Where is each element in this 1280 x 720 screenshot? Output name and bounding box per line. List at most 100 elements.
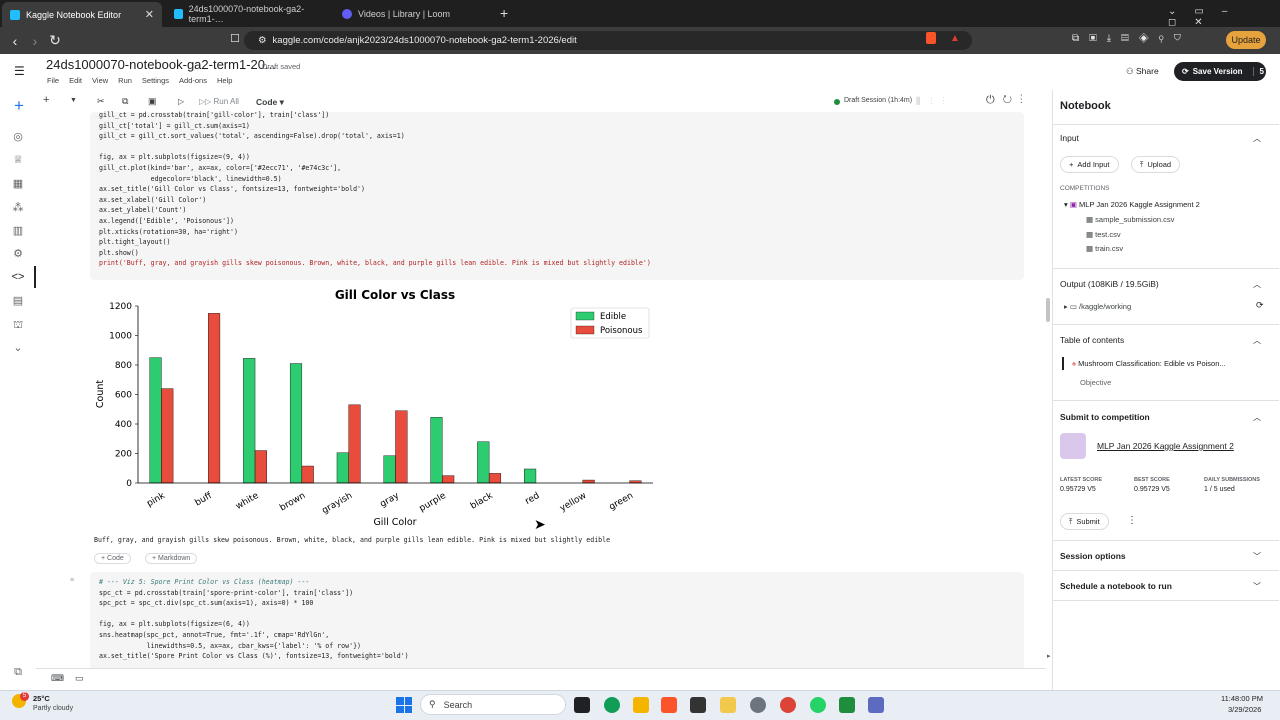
refresh-output-icon[interactable]: ⟳ — [1256, 300, 1264, 311]
scrollbar-thumb[interactable] — [1046, 298, 1050, 322]
brave-icon[interactable] — [661, 697, 677, 713]
code-cell[interactable]: # --- Viz 5: Spore Print Color vs Class … — [90, 572, 1024, 670]
brave-rewards-icon[interactable]: ▲ — [950, 33, 960, 44]
run-cell-icon[interactable]: ▷ — [178, 97, 184, 106]
weather-temp[interactable]: 25°C — [33, 694, 50, 703]
menu-addons[interactable]: Add-ons — [179, 76, 207, 85]
add-markdown-cell-button[interactable]: + Markdown — [145, 553, 198, 564]
explore-icon[interactable]: ◎ — [11, 130, 25, 144]
menu-edit[interactable]: Edit — [69, 76, 82, 85]
file-item[interactable]: ▦ train.csv — [1086, 244, 1123, 253]
create-icon[interactable]: + — [11, 97, 27, 115]
brave-shield-icon[interactable] — [926, 32, 936, 44]
collapse-chevron-icon[interactable]: ︿ — [1253, 335, 1261, 346]
menu-file[interactable]: File — [47, 76, 59, 85]
session-controls[interactable]: ⫼⫶⋮ — [916, 96, 955, 107]
output-folder[interactable]: ▸ ▭ /kaggle/working — [1064, 302, 1131, 311]
menu-settings[interactable]: Settings — [142, 76, 169, 85]
tab-notebook[interactable]: 24ds1000070-notebook-ga2-term1-… — [166, 0, 326, 27]
extension-icons[interactable]: ⧉▣⤓▤◈⚲⛉ — [1072, 33, 1191, 44]
new-tab-button[interactable]: + — [500, 5, 508, 21]
datasets-icon[interactable]: ▦ — [11, 177, 25, 191]
more-chevron-icon[interactable]: ⌄ — [11, 341, 25, 355]
add-input-button[interactable]: + Add Input — [1060, 156, 1119, 173]
task-view-icon[interactable] — [574, 697, 590, 713]
models-icon[interactable]: ⁂ — [11, 201, 25, 215]
terminal-icon[interactable]: ▭ — [75, 673, 84, 684]
file-item[interactable]: ▦ test.csv — [1086, 230, 1121, 239]
toc-section-label[interactable]: Table of contents — [1060, 335, 1124, 345]
hamburger-menu-icon[interactable]: ☰ — [14, 64, 25, 78]
toc-item[interactable]: Objective — [1080, 378, 1111, 387]
reload-icon[interactable]: ↻ — [45, 32, 65, 49]
submit-section-label[interactable]: Submit to competition — [1060, 412, 1150, 422]
collapse-chevron-icon[interactable]: ︿ — [1253, 133, 1261, 144]
add-cell-icon[interactable]: + — [43, 94, 49, 106]
paste-icon[interactable]: ▣ — [148, 96, 157, 107]
edge-icon[interactable] — [604, 697, 620, 713]
file-item[interactable]: ▦ sample_submission.csv — [1086, 215, 1174, 224]
expand-chevron-icon[interactable]: ﹀ — [1253, 551, 1261, 562]
discussions-icon[interactable]: ▤ — [11, 294, 25, 308]
trophy-icon[interactable]: ♕ — [11, 153, 25, 167]
learn-icon[interactable]: ⛫ — [11, 318, 25, 332]
sticky-notes-icon[interactable] — [720, 697, 736, 713]
competition-item[interactable]: ▾ ▣ MLP Jan 2026 Kaggle Assignment 2 — [1064, 200, 1200, 209]
code-cell[interactable]: gill_ct = pd.crosstab(train['gill-color'… — [90, 110, 1024, 280]
collapse-chevron-icon[interactable]: ︿ — [1253, 279, 1261, 290]
site-info-icon[interactable]: ⚙ — [258, 35, 267, 46]
cut-icon[interactable]: ✂ — [97, 96, 105, 107]
back-icon[interactable]: ‹ — [5, 33, 25, 49]
kernel-controls-icon[interactable]: ⏻↻⋮ — [986, 94, 1031, 107]
output-section-label[interactable]: Output (108KiB / 19.5GiB) — [1060, 279, 1159, 289]
forward-icon[interactable]: › — [25, 33, 45, 49]
menu-run[interactable]: Run — [118, 76, 132, 85]
competition-link[interactable]: MLP Jan 2026 Kaggle Assignment 2 — [1097, 441, 1234, 451]
add-code-cell-button[interactable]: + Code — [94, 553, 131, 564]
submit-button[interactable]: ⤒ Submit — [1060, 513, 1109, 530]
close-tab-icon[interactable]: ✕ — [145, 8, 154, 21]
whatsapp-icon[interactable] — [810, 697, 826, 713]
update-button[interactable]: Update — [1226, 31, 1266, 49]
share-button[interactable]: ⚇ Share — [1126, 66, 1159, 77]
tab-loom[interactable]: Videos | Library | Loom — [334, 0, 494, 27]
schedule-label[interactable]: Schedule a notebook to run — [1060, 581, 1172, 591]
chrome-icon[interactable] — [780, 697, 796, 713]
snipping-tool-icon[interactable] — [868, 697, 884, 713]
start-button[interactable] — [396, 697, 412, 713]
tab-kaggle-editor[interactable]: Kaggle Notebook Editor ✕ — [2, 2, 162, 27]
expand-chevron-icon[interactable]: ﹀ — [1253, 581, 1261, 592]
spreadsheet-icon[interactable] — [839, 697, 855, 713]
code-editor[interactable]: # --- Viz 5: Spore Print Color vs Class … — [90, 577, 1024, 662]
input-section-label[interactable]: Input — [1060, 133, 1079, 143]
collapse-chevron-icon[interactable]: ︿ — [1253, 412, 1261, 423]
session-label[interactable]: Draft Session (1h:4m) — [844, 97, 912, 104]
menu-view[interactable]: View — [92, 76, 108, 85]
notebook-title[interactable]: 24ds1000070-notebook-ga2-term1-20... — [46, 57, 276, 72]
add-dropdown-icon[interactable]: ▼ — [70, 97, 77, 104]
upload-button[interactable]: ⤒ Upload — [1131, 156, 1181, 173]
code-icon[interactable]: <> — [11, 270, 25, 284]
games-icon[interactable]: ⚙ — [11, 247, 25, 261]
copy-icon[interactable]: ⧉ — [122, 96, 128, 107]
code-editor[interactable]: gill_ct = pd.crosstab(train['gill-color'… — [90, 110, 1024, 269]
toc-item[interactable]: ♠ Mushroom Classification: Edible vs Poi… — [1072, 359, 1226, 368]
cell-drag-handle-icon[interactable]: ≡ — [70, 577, 74, 584]
session-options-label[interactable]: Session options — [1060, 551, 1126, 561]
notebook-panel-icon[interactable]: ⧉ — [11, 665, 25, 679]
file-explorer-icon[interactable] — [633, 697, 649, 713]
collapse-panel-icon[interactable]: ▸ — [1047, 652, 1051, 660]
run-all-button[interactable]: ▷▷ Run All — [199, 97, 239, 106]
benchmarks-icon[interactable]: ▥ — [11, 224, 25, 238]
taskbar-search[interactable]: ⚲ Search — [420, 694, 566, 715]
save-version-button[interactable]: ⟳ Save Version 5 — [1174, 62, 1266, 81]
address-bar[interactable]: ⚙ kaggle.com/code/anjk2023/24ds1000070-n… — [244, 31, 972, 50]
window-controls[interactable]: ⌄▭–◻✕ — [1168, 6, 1280, 28]
console-icon[interactable]: ⌨ — [51, 673, 64, 684]
settings-icon[interactable] — [750, 697, 766, 713]
bookmark-icon[interactable]: ☐ — [225, 32, 245, 45]
menu-help[interactable]: Help — [217, 76, 232, 85]
terminal-app-icon[interactable] — [690, 697, 706, 713]
cell-type-select[interactable]: Code ▾ — [256, 97, 284, 108]
more-options-icon[interactable]: ⋮ — [1127, 515, 1137, 526]
